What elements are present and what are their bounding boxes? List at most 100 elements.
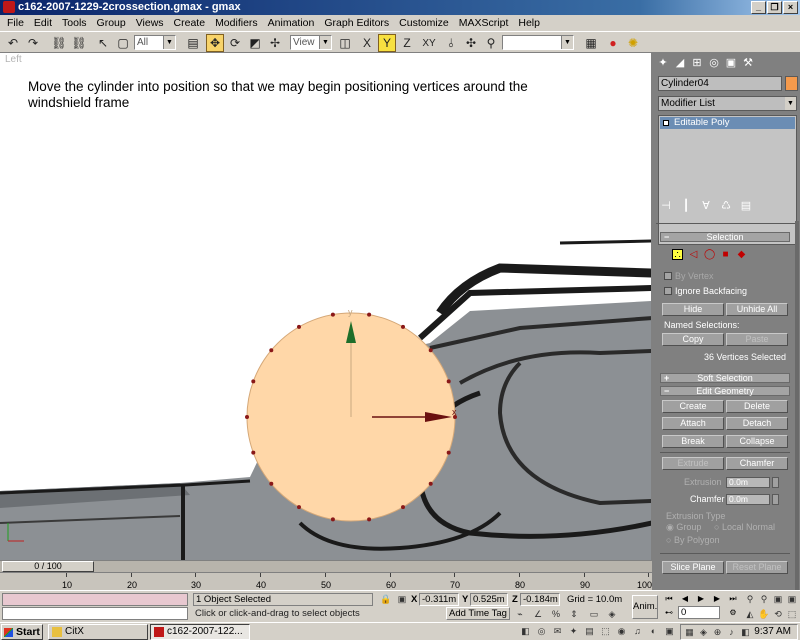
cylinder-vertex[interactable]	[446, 450, 451, 455]
modifier-stack[interactable]: Editable Poly	[658, 115, 797, 245]
next-frame-icon[interactable]: ▶	[711, 593, 723, 604]
z-coordinate-field[interactable]: -0.184m	[520, 593, 560, 606]
add-time-tag-button[interactable]: Add Time Tag	[446, 607, 510, 620]
field-of-view-icon[interactable]: ◭	[744, 608, 756, 620]
material-editor-icon[interactable]: ▦	[582, 34, 600, 52]
detach-button[interactable]: Detach	[726, 417, 788, 430]
utilities-tab-icon[interactable]: ⚒	[741, 56, 755, 70]
y-coordinate-field[interactable]: 0.525m	[470, 593, 508, 606]
start-button[interactable]: Start	[1, 624, 43, 640]
track-bar[interactable]: 10 20 30 40 50 60 70 80 90 100	[0, 572, 652, 590]
animate-button[interactable]: Anim.	[632, 595, 658, 619]
chamfer-field[interactable]: 0.0m	[726, 494, 770, 505]
vertex-level-icon[interactable]: ∴	[672, 249, 683, 261]
quicklaunch-icon[interactable]: ◧	[520, 626, 531, 637]
restrict-x-icon[interactable]: X	[358, 34, 376, 52]
quicklaunch-icon[interactable]: ▣	[664, 626, 675, 637]
menu-file[interactable]: File	[2, 15, 29, 31]
mirror-icon[interactable]: ⫰	[442, 34, 460, 52]
selection-rollout-header[interactable]: − Selection	[660, 232, 790, 242]
degradation-override-icon[interactable]: ◈	[606, 608, 618, 620]
cylinder-vertex[interactable]	[367, 517, 372, 522]
by-vertex-checkbox[interactable]: By Vertex	[664, 271, 714, 281]
percent-snap-icon[interactable]: %	[550, 608, 562, 620]
unhide-all-button[interactable]: Unhide All	[726, 303, 788, 316]
taskbar-button-gmax[interactable]: c162-2007-122...	[150, 624, 250, 640]
window-crossing-icon[interactable]: ▭	[588, 608, 600, 620]
by-polygon-radio[interactable]: ○ By Polygon	[666, 535, 719, 545]
select-and-move-icon[interactable]: ✥	[206, 34, 224, 52]
group-radio[interactable]: ◉ Group	[666, 522, 701, 533]
quick-render-icon[interactable]: ✺	[624, 34, 642, 52]
attach-button[interactable]: Attach	[662, 417, 724, 430]
menu-customize[interactable]: Customize	[394, 15, 454, 31]
spinner-snap-icon[interactable]: ⇕	[568, 608, 580, 620]
align-icon[interactable]: ✣	[462, 34, 480, 52]
restrict-z-icon[interactable]: Z	[398, 34, 416, 52]
use-pivot-icon[interactable]: ✢	[266, 34, 284, 52]
command-panel-scrollbar[interactable]	[795, 221, 799, 590]
select-object-icon[interactable]: ↖	[94, 34, 112, 52]
cylinder-vertex[interactable]	[428, 348, 433, 353]
cylinder-vertex[interactable]	[245, 415, 249, 419]
extrusion-spinner[interactable]	[772, 477, 779, 488]
key-mode-icon[interactable]: ⊷	[663, 607, 675, 618]
copy-button[interactable]: Copy	[662, 333, 724, 346]
speaker-icon[interactable]: ♪	[726, 627, 737, 638]
hierarchy-tab-icon[interactable]: ⊞	[690, 56, 704, 70]
quicklaunch-icon[interactable]: ▤	[584, 626, 595, 637]
select-by-name-icon[interactable]: ▤	[184, 34, 202, 52]
extrude-button[interactable]: Extrude	[662, 457, 724, 470]
selection-filter-dropdown[interactable]: All ▼	[134, 35, 176, 50]
motion-tab-icon[interactable]: ◎	[707, 56, 721, 70]
maxscript-input-mini[interactable]	[2, 607, 188, 620]
taskbar-button-citx[interactable]: CitX	[48, 624, 148, 640]
cylinder-vertex[interactable]	[401, 324, 405, 329]
menu-maxscript[interactable]: MAXScript	[454, 15, 514, 31]
display-tab-icon[interactable]: ▣	[724, 56, 738, 70]
edge-level-icon[interactable]: ◁	[688, 249, 699, 260]
create-tab-icon[interactable]: ✦	[656, 56, 670, 70]
goto-end-icon[interactable]: ⏭	[727, 593, 739, 604]
quicklaunch-icon[interactable]: ✉	[552, 626, 563, 637]
soft-selection-rollout-header[interactable]: + Soft Selection	[660, 373, 790, 383]
menu-graph-editors[interactable]: Graph Editors	[319, 15, 394, 31]
time-config-icon[interactable]: ⚙	[727, 607, 739, 618]
local-normal-radio[interactable]: ○ Local Normal	[714, 522, 775, 532]
stack-item-editable-poly[interactable]: Editable Poly	[660, 117, 795, 129]
tray-icon[interactable]: ◈	[698, 627, 709, 638]
absolute-mode-icon[interactable]: ▣	[396, 593, 408, 605]
menu-help[interactable]: Help	[513, 15, 545, 31]
tray-icon[interactable]: ◧	[740, 627, 751, 638]
cylinder-vertex[interactable]	[269, 348, 274, 353]
zoom-extents-icon[interactable]: ▣	[772, 593, 784, 605]
undo-icon[interactable]: ↶	[4, 34, 22, 52]
play-icon[interactable]: ▶	[695, 593, 707, 604]
menu-tools[interactable]: Tools	[57, 15, 92, 31]
cylinder-vertex[interactable]	[428, 481, 433, 486]
close-button[interactable]: ×	[783, 1, 798, 14]
quicklaunch-icon[interactable]: ◎	[536, 626, 547, 637]
reference-coordinate-dropdown[interactable]: View ▼	[290, 35, 332, 50]
cylinder-vertex[interactable]	[401, 505, 405, 510]
object-color-swatch[interactable]	[785, 76, 798, 91]
reset-plane-button[interactable]: Reset Plane	[726, 561, 788, 574]
quicklaunch-icon[interactable]: ◉	[616, 626, 627, 637]
quicklaunch-icon[interactable]: ⬚	[600, 626, 611, 637]
restrict-xy-icon[interactable]: XY	[418, 34, 440, 52]
cylinder-vertex[interactable]	[297, 505, 301, 510]
unlink-icon[interactable]: ⛓	[70, 34, 88, 52]
cylinder-vertex[interactable]	[330, 312, 335, 317]
extrusion-field[interactable]: 0.0m	[726, 477, 770, 488]
minimize-button[interactable]: _	[751, 1, 766, 14]
angle-snap-icon[interactable]: ∠	[532, 608, 544, 620]
pivot-center-icon[interactable]: ◫	[336, 34, 354, 52]
redo-icon[interactable]: ↷	[24, 34, 42, 52]
checkbox-box[interactable]	[664, 287, 672, 295]
menu-create[interactable]: Create	[169, 15, 211, 31]
quicklaunch-icon[interactable]: ✦	[568, 626, 579, 637]
cylinder-vertex[interactable]	[367, 312, 372, 317]
quicklaunch-icon[interactable]: ◐	[648, 626, 659, 637]
pin-stack-icon[interactable]: ⊣	[660, 199, 672, 212]
time-slider-knob[interactable]: 0 / 100	[2, 561, 94, 572]
